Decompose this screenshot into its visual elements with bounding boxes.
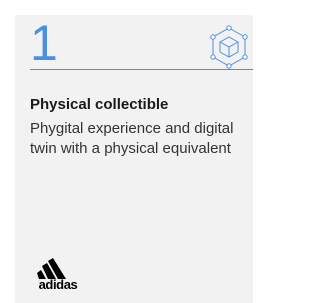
adidas-logo-text: adidas [38, 277, 78, 292]
card-number: 1 [30, 15, 58, 71]
divider [30, 69, 253, 70]
card-description: Phygital experience and digital twin wit… [30, 120, 234, 157]
adidas-logo: adidas [30, 258, 86, 294]
collectible-card: 1 Physical collectible Phygital experien… [15, 15, 253, 303]
cube-icon [210, 25, 248, 69]
card-title: Physical collectible [30, 96, 169, 113]
